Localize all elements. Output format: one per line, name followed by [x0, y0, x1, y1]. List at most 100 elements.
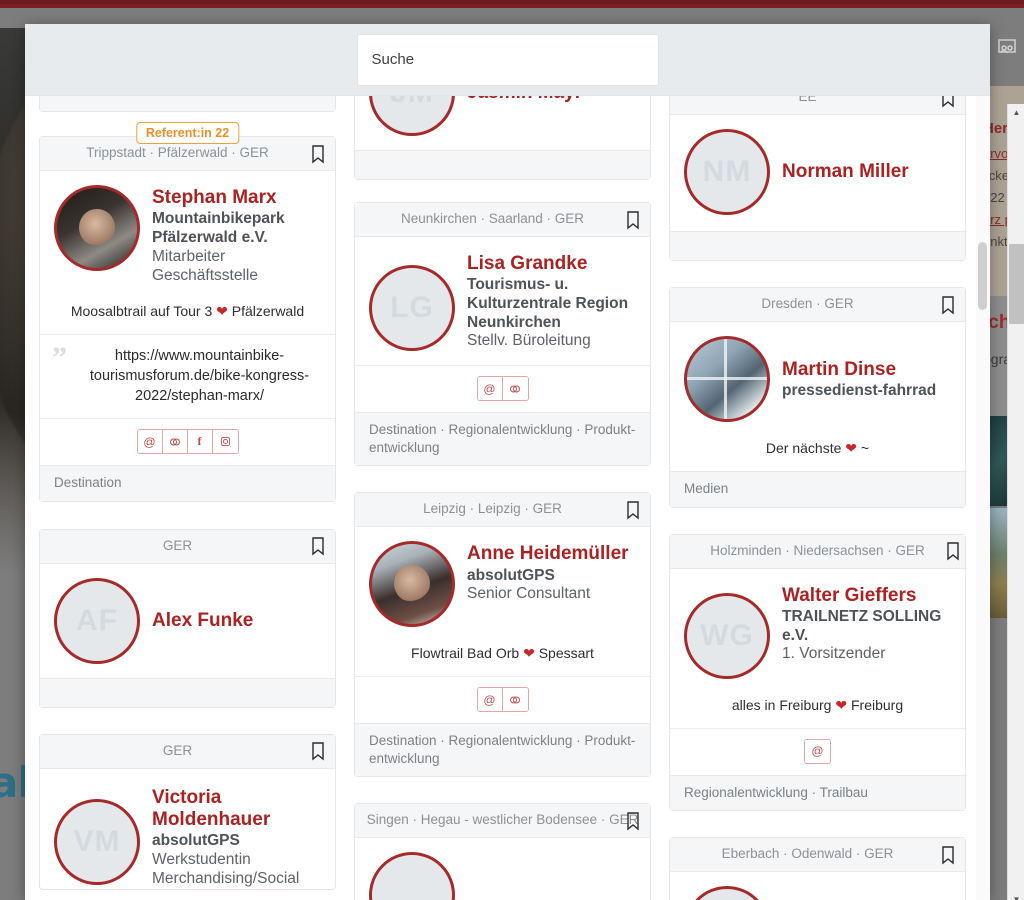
card-main: LG Lisa Grandke Tourismus- u. Kulturzent… [355, 237, 650, 365]
user-group-icon[interactable] [994, 36, 1020, 60]
search-input[interactable]: Suche [372, 51, 415, 68]
email-icon[interactable]: @ [137, 430, 163, 454]
card-quote: Flowtrail Bad Orb ❤ Spessart [355, 627, 650, 676]
card-partial-top[interactable]: JM Jasmin Mayr [354, 96, 651, 180]
card-info: Norman Miller [782, 159, 909, 184]
page-scroll-thumb[interactable] [1009, 244, 1024, 324]
card-tags: Destination · Regionalentwicklung · Prod… [355, 723, 650, 777]
avatar[interactable]: JM [369, 96, 455, 136]
card-main: JM Jasmin Mayr [355, 96, 650, 150]
results-area: Referent:in 22 Trippstadt · Pfälzerwald … [25, 96, 990, 900]
avatar-photo [79, 208, 115, 246]
card-info: Stephan Marx Mountainbikepark Pfälzerwal… [152, 185, 321, 285]
scroll-down-arrow[interactable]: ▼ [1008, 891, 1024, 900]
social-button-group: @ [476, 376, 529, 402]
person-name: Lisa Grandke [467, 253, 588, 274]
card-header: Dresden · GER [670, 288, 965, 322]
instagram-icon[interactable] [212, 430, 238, 454]
card-quote: alles in Freiburg ❤ Freiburg [670, 679, 965, 728]
card-tags: Medien [670, 471, 965, 507]
email-icon[interactable]: @ [477, 688, 503, 712]
person-name: Martin Dinse [782, 359, 897, 380]
person-name: Victoria Moldenhauer [152, 786, 271, 831]
bookmark-icon[interactable] [625, 210, 641, 230]
bookmark-icon[interactable] [310, 536, 326, 556]
link-icon[interactable] [502, 377, 528, 401]
card-header: Leipzig · Leipzig · GER [355, 493, 650, 528]
bookmark-icon[interactable] [940, 96, 956, 108]
avatar-photo [394, 564, 430, 602]
heart-icon: ❤ [845, 440, 858, 456]
social-button-group: @ f [136, 429, 239, 455]
person-name: Walter Gieffers [782, 584, 917, 606]
person-card[interactable]: Singen · Hegau - westlicher Bodensee · G… [354, 803, 651, 900]
quote-suffix: Spessart [538, 645, 594, 662]
person-org: absolutGPS [152, 832, 240, 850]
avatar[interactable]: AF [54, 577, 140, 664]
avatar[interactable]: LG [369, 265, 455, 351]
bookmark-icon[interactable] [310, 144, 326, 164]
bookmark-icon[interactable] [945, 541, 961, 561]
card-main: Stephan Marx Mountainbikepark Pfälzerwal… [40, 171, 335, 285]
person-card[interactable]: Neunkirchen · Saarland · GER LG Lisa Gra… [354, 202, 651, 467]
bookmark-icon[interactable] [625, 811, 641, 831]
card-header: Holzminden · Niedersachsen · GER [670, 534, 965, 569]
facebook-icon[interactable]: f [187, 430, 213, 454]
heart-icon: ❤ [835, 696, 848, 713]
card-location: GER [162, 742, 193, 758]
avatar[interactable] [369, 852, 455, 900]
person-card[interactable]: Leipzig · Leipzig · GER Anne Heidemüller… [354, 492, 651, 778]
avatar[interactable] [684, 336, 770, 422]
person-name: Alex Funke [152, 609, 254, 631]
card-info: Alex Funke [152, 608, 253, 633]
bookmark-icon[interactable] [625, 500, 641, 520]
scroll-up-arrow[interactable]: ▲ [1008, 104, 1024, 121]
person-card[interactable]: GER AF Alex Funke [39, 528, 336, 708]
person-card[interactable]: GER VM Victoria Moldenhauer absolutGPS W… [39, 733, 336, 890]
person-card[interactable]: Referent:in 22 Trippstadt · Pfälzerwald … [39, 122, 336, 502]
bookmark-icon[interactable] [310, 741, 326, 761]
card-quote: Moosalbtrail auf Tour 3 ❤ Pfälzerwald [40, 285, 335, 334]
email-icon[interactable]: @ [477, 377, 503, 401]
email-icon[interactable]: @ [805, 739, 830, 763]
avatar[interactable] [369, 541, 455, 628]
link-icon[interactable] [502, 688, 528, 712]
bookmark-icon[interactable] [940, 295, 956, 315]
avatar-photo [687, 377, 767, 381]
avatar[interactable] [54, 185, 140, 271]
card-location: Leipzig · Leipzig · GER [423, 501, 562, 517]
avatar[interactable]: WG [684, 592, 770, 679]
person-org: absolutGPS [467, 566, 555, 584]
person-org: Tourismus- u. Kulturzentrale Region Neun… [467, 276, 629, 331]
person-card[interactable]: Eberbach · Odenwald · GER [669, 837, 966, 900]
card-header: EE [670, 96, 965, 115]
social-button-group: @ [804, 738, 831, 764]
card-header: Singen · Hegau - westlicher Bodensee · G… [355, 804, 650, 839]
page-scrollbar[interactable]: ▲ ▼ [1007, 104, 1024, 900]
avatar[interactable]: VM [54, 798, 140, 885]
card-social-row: @ [355, 676, 650, 723]
card-info: Lisa Grandke Tourismus- u. Kulturzentral… [467, 251, 636, 351]
bookmark-icon[interactable] [940, 845, 956, 865]
search-input-wrapper[interactable]: Suche [356, 33, 659, 86]
avatar[interactable]: NM [684, 129, 770, 215]
modal-scrollbar[interactable] [976, 96, 990, 900]
quote-suffix: Pfälzerwald [231, 303, 305, 320]
link-icon[interactable] [162, 430, 188, 454]
person-role: Stellv. Büroleitung [467, 332, 591, 350]
person-card[interactable]: Dresden · GER Martin Dinse pressedienst-… [669, 287, 966, 508]
avatar[interactable] [684, 886, 770, 900]
profile-url[interactable]: https://www.mountainbike-tourismusforum.… [56, 347, 319, 406]
search-modal: Suche Referent:in 22 Trippstadt · Pfälze… [25, 24, 990, 900]
card-partial-top[interactable] [39, 96, 336, 112]
card-tags [40, 677, 335, 707]
person-card[interactable]: Holzminden · Niedersachsen · GER WG Walt… [669, 533, 966, 812]
card-tags [355, 150, 650, 179]
avatar-initials: NM [702, 155, 752, 188]
social-button-group: @ [476, 687, 529, 713]
card-header: GER [40, 529, 335, 564]
modal-scroll-thumb[interactable] [978, 242, 987, 310]
card-link-row[interactable]: ” https://www.mountainbike-tourismusforu… [40, 334, 335, 418]
card-main: NM Norman Miller [670, 115, 965, 231]
person-card[interactable]: EE NM Norman Miller [669, 96, 966, 261]
